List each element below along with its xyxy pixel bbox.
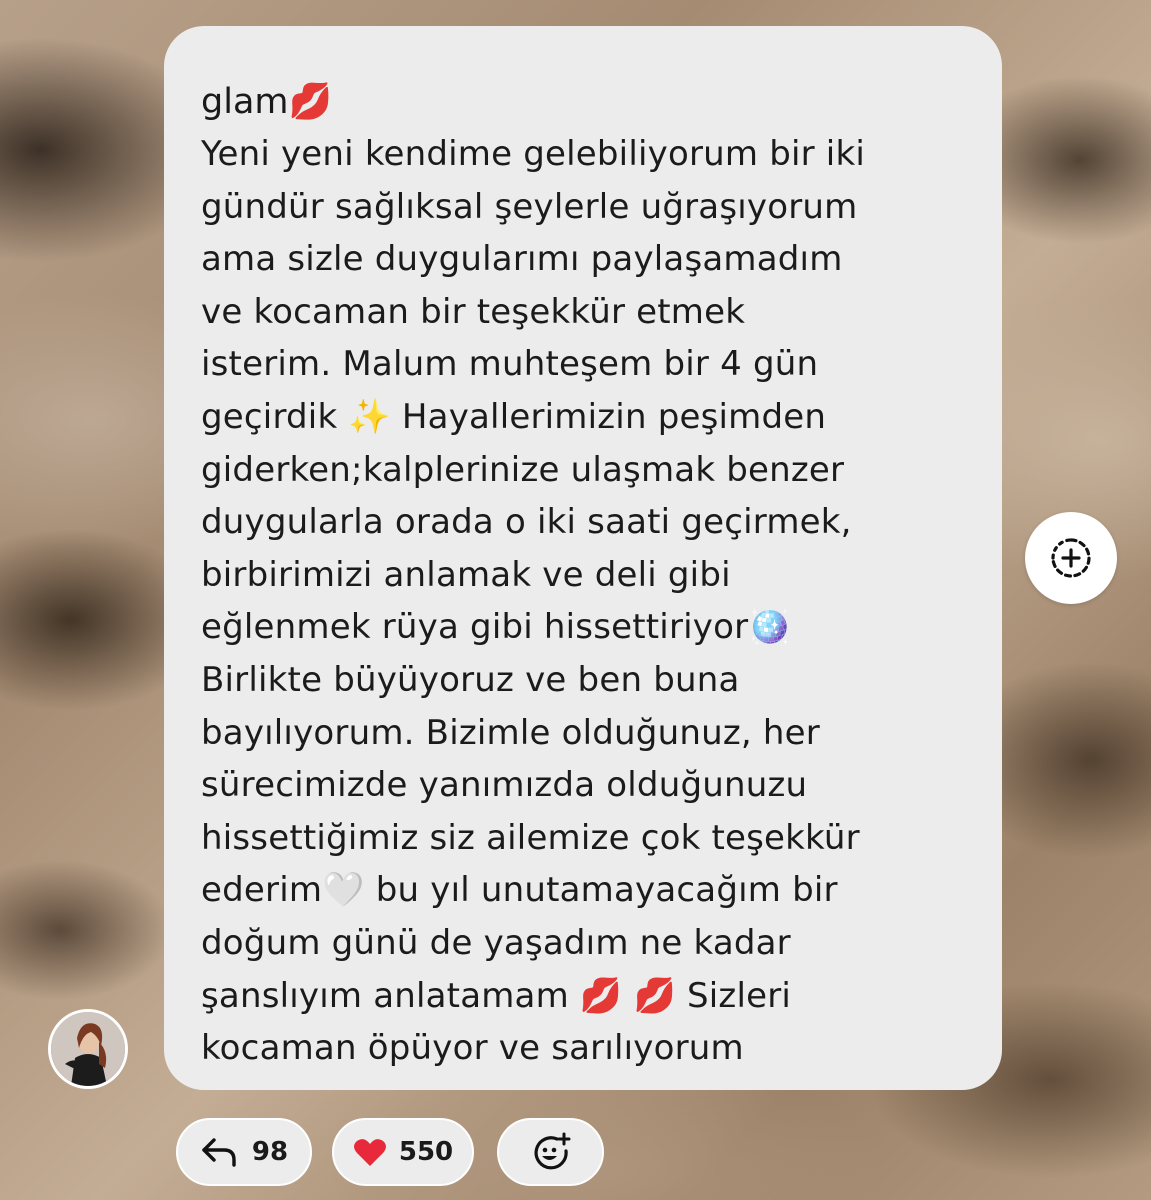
message-bubble[interactable]: glam💋 Yeni yeni kendime gelebiliyorum bi…	[164, 26, 1002, 1090]
message-line: doğum günü de yaşadım ne kadar	[201, 922, 791, 963]
message-line: hissettiğimiz siz ailemize çok teşekkür	[201, 817, 860, 858]
message-line: birbirimizi anlamak ve deli gibi	[201, 554, 731, 595]
message-line: ve kocaman bir teşekkür etmek	[201, 291, 746, 332]
kiss-emoji: 💋	[288, 82, 333, 122]
add-reaction-button[interactable]	[497, 1118, 604, 1186]
reply-arrow-icon	[200, 1136, 240, 1168]
message-text: Yeni yeni kendime gelebiliyorum bir iki …	[201, 128, 966, 1075]
like-button[interactable]: 550	[332, 1118, 474, 1186]
message-line: sürecimizde yanımızda olduğunuzu	[201, 765, 808, 806]
message-line: bayılıyorum. Bizimle olduğunuz, her	[201, 712, 820, 753]
message-line: ederim🤍 bu yıl unutamayacağım bir	[201, 870, 838, 911]
message-line: ama sizle duygularımı paylaşamadım	[201, 239, 843, 280]
message-line: duygularla orada o iki saati geçirmek,	[201, 502, 852, 543]
add-reaction-icon	[530, 1131, 572, 1173]
message-line: şanslıyım anlatamam 💋 💋 Sizleri	[201, 975, 792, 1016]
message-line: kocaman öpüyor ve sarılıyorum	[201, 1028, 744, 1069]
message-line: Yeni yeni kendime gelebiliyorum bir iki	[201, 134, 865, 174]
message-line: giderken;kalplerinize ulaşmak benzer	[201, 449, 845, 490]
message-line: isterim. Malum muhteşem bir 4 gün	[201, 344, 819, 385]
message-line: eğlenmek rüya gibi hissettiriyor🪩	[201, 607, 791, 648]
avatar[interactable]	[48, 1009, 128, 1089]
reply-button[interactable]: 98	[176, 1118, 312, 1186]
message-line: Birlikte büyüyoruz ve ben buna	[201, 659, 740, 700]
sender-name: glam	[201, 82, 289, 122]
sender-name-row: glam💋	[201, 76, 966, 128]
reply-count: 98	[251, 1137, 289, 1167]
add-sticker-icon	[1048, 535, 1094, 581]
message-line: gündür sağlıksal şeylerle uğraşıyorum	[201, 186, 858, 227]
add-sticker-button[interactable]	[1025, 512, 1117, 604]
heart-icon	[353, 1137, 387, 1167]
message-line: geçirdik ✨ Hayallerimizin peşimden	[201, 396, 827, 437]
like-count: 550	[398, 1137, 454, 1167]
